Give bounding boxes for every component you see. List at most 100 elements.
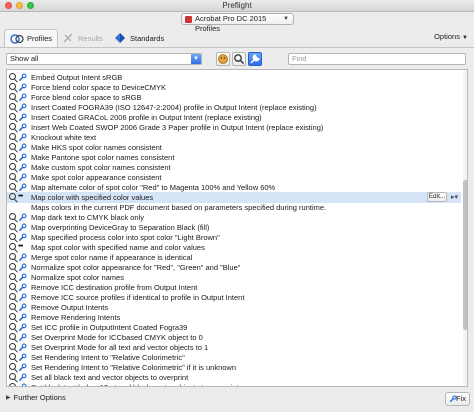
magnifier-icon[interactable] bbox=[9, 93, 16, 100]
profiles-filter-button[interactable] bbox=[216, 52, 230, 66]
fixup-icons bbox=[9, 83, 31, 92]
magnifier-icon[interactable] bbox=[9, 253, 16, 260]
wrench-icon bbox=[18, 173, 27, 182]
magnifier-icon[interactable] bbox=[9, 193, 16, 200]
fixup-icons bbox=[9, 133, 31, 142]
fixup-icons bbox=[9, 283, 31, 292]
magnifier-icon[interactable] bbox=[9, 133, 16, 140]
zoom-window-button[interactable] bbox=[27, 2, 34, 9]
tab-standards-label: Standards bbox=[130, 33, 165, 43]
wrench-icon bbox=[21, 383, 27, 386]
wrench-icon bbox=[18, 83, 27, 92]
fixup-icons bbox=[9, 323, 31, 332]
magnifier-icon[interactable] bbox=[9, 163, 16, 170]
list-scrollbar[interactable] bbox=[463, 70, 467, 386]
show-filter-value: Show all bbox=[10, 54, 39, 63]
magnifier-icon[interactable] bbox=[9, 213, 16, 220]
filter-bar: Show all ▼ Find bbox=[0, 48, 474, 70]
magnifier-icon[interactable] bbox=[9, 153, 16, 160]
magnifier-icon bbox=[234, 54, 245, 65]
wrench-icon bbox=[18, 353, 27, 362]
magnifier-icon[interactable] bbox=[9, 243, 16, 250]
fixups-filter-button[interactable] bbox=[248, 52, 262, 66]
fixup-icons bbox=[9, 363, 31, 372]
magnifier-icon[interactable] bbox=[9, 73, 16, 80]
wrench-icon bbox=[250, 54, 260, 64]
wrench-icon bbox=[18, 273, 27, 282]
window-title: Preflight bbox=[222, 1, 252, 10]
checks-filter-button[interactable] bbox=[232, 52, 246, 66]
magnifier-icon[interactable] bbox=[9, 333, 16, 340]
fixup-icons bbox=[9, 303, 31, 312]
magnifier-icon[interactable] bbox=[9, 293, 16, 300]
wrench-icon bbox=[18, 363, 27, 372]
fix-button[interactable]: Fix bbox=[445, 392, 470, 406]
standards-icon bbox=[113, 31, 127, 45]
magnifier-icon[interactable] bbox=[9, 383, 16, 386]
wrench-icon bbox=[18, 343, 27, 352]
fixup-icons bbox=[9, 373, 31, 382]
fixup-icons bbox=[9, 223, 31, 232]
magnifier-icon[interactable] bbox=[9, 263, 16, 270]
magnifier-icon[interactable] bbox=[9, 303, 16, 310]
magnifier-icon[interactable] bbox=[9, 103, 16, 110]
show-filter-select[interactable]: Show all ▼ bbox=[6, 53, 202, 65]
acrobat-icon bbox=[185, 16, 192, 23]
find-input[interactable]: Find bbox=[288, 53, 466, 65]
fixup-icons bbox=[9, 253, 31, 262]
wrench-icon bbox=[449, 395, 457, 403]
wrench-icon bbox=[18, 263, 27, 272]
magnifier-icon[interactable] bbox=[9, 83, 16, 90]
chevron-down-icon: ▼ bbox=[462, 35, 468, 41]
magnifier-icon[interactable] bbox=[9, 113, 16, 120]
fixup-icons bbox=[9, 263, 31, 272]
magnifier-icon[interactable] bbox=[9, 143, 16, 150]
magnifier-icon[interactable] bbox=[9, 313, 16, 320]
edit-button[interactable]: Edit... bbox=[427, 192, 447, 202]
wrench-icon bbox=[18, 333, 27, 342]
fixup-row[interactable]: Set black text below 12 pt and black vec… bbox=[7, 382, 461, 386]
profiles-filter-icon bbox=[218, 54, 228, 64]
magnifier-icon[interactable] bbox=[9, 363, 16, 370]
wrench-icon bbox=[18, 373, 27, 382]
minimize-window-button[interactable] bbox=[16, 2, 23, 9]
profile-library-select[interactable]: Acrobat Pro DC 2015 Profiles ▼ bbox=[181, 13, 294, 33]
wrench-icon bbox=[18, 113, 27, 122]
magnifier-icon[interactable] bbox=[9, 233, 16, 240]
fixup-icons: ••• bbox=[9, 193, 31, 202]
fixup-icons bbox=[9, 213, 31, 222]
options-menu-button[interactable]: Options ▼ bbox=[434, 32, 468, 41]
close-window-button[interactable] bbox=[5, 2, 12, 9]
window-controls bbox=[5, 2, 34, 9]
magnifier-icon[interactable] bbox=[9, 183, 16, 190]
wrench-icon bbox=[18, 143, 27, 152]
fixup-icons bbox=[9, 333, 31, 342]
wrench-icon bbox=[18, 283, 27, 292]
magnifier-icon[interactable] bbox=[9, 343, 16, 350]
magnifier-icon[interactable] bbox=[9, 173, 16, 180]
magnifier-icon[interactable] bbox=[9, 283, 16, 290]
fixup-icons bbox=[9, 163, 31, 172]
wrench-icon bbox=[18, 213, 27, 222]
fixup-icons bbox=[9, 103, 31, 112]
fixup-icons bbox=[9, 313, 31, 322]
further-options-toggle[interactable]: ▶ Further Options bbox=[6, 393, 66, 402]
wrench-icon bbox=[18, 73, 27, 82]
profiles-icon bbox=[10, 32, 24, 46]
wrench-icon bbox=[18, 133, 27, 142]
fixup-icons bbox=[9, 93, 31, 102]
magnifier-icon[interactable] bbox=[9, 273, 16, 280]
magnifier-icon[interactable] bbox=[9, 123, 16, 130]
fixups-list[interactable]: Embed Output Intent sRGB Force blend colo… bbox=[6, 69, 468, 387]
tab-standards[interactable]: Standards bbox=[108, 29, 169, 47]
magnifier-icon[interactable] bbox=[9, 353, 16, 360]
runtime-params-icon: ••• bbox=[18, 243, 23, 250]
list-scrollbar-thumb[interactable] bbox=[463, 180, 467, 330]
profile-library-bar: Acrobat Pro DC 2015 Profiles ▼ bbox=[0, 12, 474, 33]
fixup-icons bbox=[9, 353, 31, 362]
magnifier-icon[interactable] bbox=[9, 223, 16, 230]
tab-results[interactable]: Results bbox=[56, 29, 108, 47]
tab-profiles[interactable]: Profiles bbox=[4, 29, 59, 47]
magnifier-icon[interactable] bbox=[9, 373, 16, 380]
magnifier-icon[interactable] bbox=[9, 323, 16, 330]
